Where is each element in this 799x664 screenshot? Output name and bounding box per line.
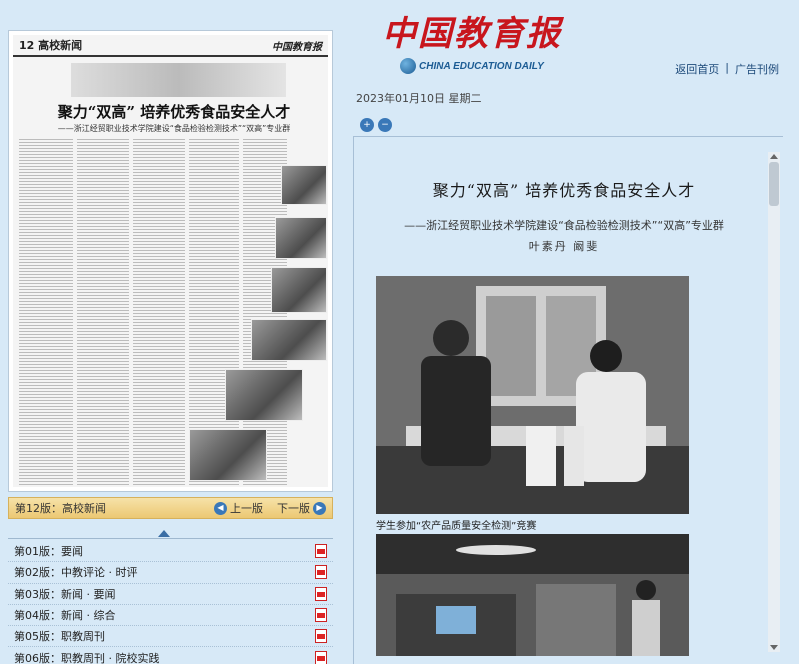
site-header: 中国教育报 CHINA EDUCATION DAILY 返回首页 | 广告刊例 [340,0,799,88]
thumbnail-page[interactable]: 12 高校新闻 中国教育报 聚力“双高” 培养优秀食品安全人才 ——浙江经贸职业… [13,35,328,487]
thumbnail-banner-image [71,63,286,97]
thumbnail-photo [275,217,327,259]
article-photo [376,534,689,656]
pdf-icon[interactable] [315,650,327,664]
site-logo[interactable]: 中国教育报 [382,6,562,55]
thumbnail-logo: 中国教育报 [272,42,322,53]
zoom-out-icon[interactable]: − [378,118,392,132]
page-list-item[interactable]: 第01版：要闻 [8,541,333,563]
article-photo [376,276,689,514]
top-links: 返回首页 | 广告刊例 [675,61,779,77]
thumbnail-title: 聚力“双高” 培养优秀食品安全人才 [57,103,291,121]
thumbnail-subtitle: ——浙江经贸职业技术学院建设“食品检验检测技术”“双高”专业群 [57,124,291,133]
thumbnail-column-gap [73,139,77,487]
pdf-icon[interactable] [315,565,327,580]
zoom-in-icon[interactable]: + [360,118,374,132]
pdf-icon[interactable] [315,586,327,601]
divider [8,538,333,539]
pdf-icon[interactable] [315,608,327,623]
article-scrollbar[interactable] [768,152,780,652]
scroll-thumb[interactable] [769,162,779,206]
home-link[interactable]: 返回首页 [675,61,719,77]
current-page-label: 第12版：高校新闻 [15,502,106,515]
thumbnail-photo [281,165,327,205]
page-nav-bar: 第12版：高校新闻 ◀ 上一版 下一版 ▶ [8,497,333,519]
thumbnail-header: 12 高校新闻 中国教育报 [13,35,328,57]
globe-icon [400,58,416,74]
collapse-arrow-icon[interactable] [158,530,170,537]
link-separator: | [725,61,729,74]
page-list-item[interactable]: 第06版：职教周刊 · 院校实践 [8,647,333,664]
page-list: 第01版：要闻 第02版：中教评论 · 时评 第03版：新闻 · 要闻 第04版… [8,541,333,664]
page-list-item[interactable]: 第04版：新闻 · 综合 [8,605,333,627]
site-logo-en: CHINA EDUCATION DAILY [400,58,544,74]
ad-rates-link[interactable]: 广告刊例 [735,61,779,77]
scroll-down-icon[interactable] [770,645,778,650]
thumbnail-photo [225,369,303,421]
page-list-item[interactable]: 第05版：职教周刊 [8,626,333,648]
page-list-item[interactable]: 第03版：新闻 · 要闻 [8,584,333,605]
page-thumbnail[interactable]: 12 高校新闻 中国教育报 聚力“双高” 培养优秀食品安全人才 ——浙江经贸职业… [8,30,333,492]
arrow-left-icon: ◀ [214,501,227,515]
issue-date: 2023年01月10日 星期二 [356,92,482,105]
pdf-icon[interactable] [315,629,327,644]
article-title: 聚力“双高” 培养优秀食品安全人才 [432,181,696,200]
arrow-right-icon: ▶ [313,501,326,515]
thumbnail-photo [189,429,267,481]
page-list-item[interactable]: 第02版：中教评论 · 时评 [8,562,333,584]
pdf-icon[interactable] [315,544,327,559]
article-toolbar: + − [360,118,392,132]
next-page-button[interactable]: 下一版 ▶ [277,500,326,516]
thumbnail-page-number: 12 高校新闻 [19,39,83,52]
photo-caption: 学生参加“农产品质量安全检测”竞赛 [376,521,537,532]
thumbnail-column-gap [129,139,133,487]
thumbnail-photo [251,319,327,361]
article-author: 叶素丹 阚斐 [528,240,600,253]
thumbnail-photo [271,267,327,313]
scroll-up-icon[interactable] [770,154,778,159]
article-subtitle: ——浙江经贸职业技术学院建设“食品检验检测技术”“双高”专业群 [404,219,724,232]
prev-page-button[interactable]: ◀ 上一版 [214,500,263,516]
